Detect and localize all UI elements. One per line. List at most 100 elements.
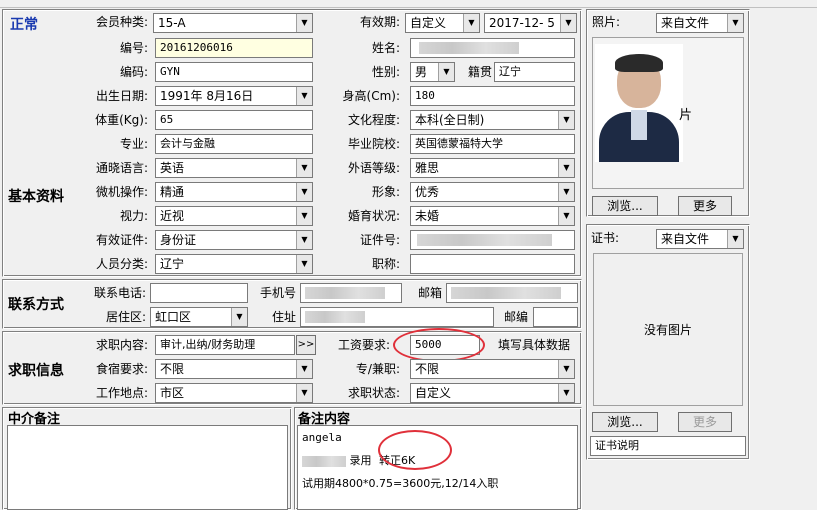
photo-side-char: 片 (679, 108, 693, 123)
redacted-name (419, 42, 519, 54)
chevron-down-icon[interactable]: ▼ (558, 111, 574, 129)
id-type-select[interactable]: 身份证 ▼ (155, 230, 313, 250)
content-field[interactable]: 审计,出纳/财务助理 (155, 335, 295, 355)
id-type-label: 有效证件: (95, 233, 148, 247)
weight-field[interactable]: 65 (155, 110, 313, 130)
redacted-id (417, 234, 552, 246)
lang-label: 通晓语言: (95, 161, 148, 175)
marital-label: 婚育状况: (347, 209, 400, 223)
vision-select[interactable]: 近视 ▼ (155, 206, 313, 226)
image-select[interactable]: 优秀 ▼ (410, 182, 575, 202)
chevron-down-icon[interactable]: ▼ (296, 183, 312, 201)
place-select[interactable]: 市区 ▼ (155, 383, 313, 403)
photo-more-button[interactable]: 更多 (678, 196, 732, 216)
validity-label: 有效期: (359, 15, 400, 29)
native-field[interactable]: 辽宁 (494, 62, 575, 82)
chevron-down-icon[interactable]: ▼ (296, 207, 312, 225)
photo-label: 照片: (592, 15, 621, 29)
parttime-select[interactable]: 不限 ▼ (410, 359, 575, 379)
vision-label: 视力: (119, 209, 148, 223)
salary-highlight-circle (393, 328, 485, 362)
code-label: 编码: (119, 65, 148, 79)
chevron-down-icon[interactable]: ▼ (296, 159, 312, 177)
cert-more-button[interactable]: 更多 (678, 412, 732, 432)
chevron-down-icon[interactable]: ▼ (727, 230, 743, 248)
pc-label: 微机操作: (95, 185, 148, 199)
chevron-down-icon[interactable]: ▼ (558, 384, 574, 402)
chevron-down-icon[interactable]: ▼ (296, 14, 312, 32)
school-field[interactable]: 英国德蒙福特大学 (410, 134, 575, 154)
major-field[interactable]: 会计与金融 (155, 134, 313, 154)
title-field[interactable] (410, 254, 575, 274)
chevron-down-icon[interactable]: ▼ (231, 308, 247, 326)
chevron-down-icon[interactable]: ▼ (560, 14, 576, 32)
foreign-select[interactable]: 雅思 ▼ (410, 158, 575, 178)
birth-label: 出生日期: (95, 89, 148, 103)
cert-source-select[interactable]: 来自文件 ▼ (656, 229, 744, 249)
number-field[interactable]: 20161206016 (155, 38, 313, 58)
height-label: 身高(Cm): (342, 89, 400, 103)
edu-select[interactable]: 本科(全日制) ▼ (410, 110, 575, 130)
photo-frame: 片 (592, 37, 744, 189)
lodging-select[interactable]: 不限 ▼ (155, 359, 313, 379)
district-label: 居住区: (105, 310, 146, 324)
lodging-label: 食宿要求: (95, 362, 148, 376)
chevron-down-icon[interactable]: ▼ (296, 255, 312, 273)
height-field[interactable]: 180 (410, 86, 575, 106)
zip-label: 邮编 (503, 310, 528, 324)
status-select[interactable]: 自定义 ▼ (410, 383, 575, 403)
address-label: 住址 (271, 310, 296, 324)
member-type-select[interactable]: 15-A ▼ (153, 13, 313, 33)
status-label: 求职状态: (347, 386, 400, 400)
cert-image-frame: 没有图片 (593, 253, 743, 406)
image-label: 形象: (371, 185, 400, 199)
photo-source-select[interactable]: 来自文件 ▼ (656, 13, 744, 33)
id-no-field[interactable] (410, 230, 575, 250)
chevron-down-icon[interactable]: ▼ (558, 159, 574, 177)
email-field[interactable] (446, 283, 578, 303)
chevron-down-icon[interactable]: ▼ (296, 384, 312, 402)
foreign-label: 外语等级: (347, 161, 400, 175)
code-field[interactable]: GYN (155, 62, 313, 82)
validity-mode-select[interactable]: 自定义 ▼ (405, 13, 480, 33)
agent-notes-textarea[interactable] (7, 425, 288, 510)
cert-desc-field[interactable]: 证书说明 (590, 436, 746, 456)
gender-label: 性别: (371, 65, 400, 79)
redacted-remark (302, 455, 346, 467)
chevron-down-icon[interactable]: ▼ (558, 183, 574, 201)
validity-date-picker[interactable]: 2017-12- 5 ▼ (484, 13, 577, 33)
content-more-button[interactable]: >> (296, 335, 316, 355)
district-select[interactable]: 虹口区 ▼ (150, 307, 248, 327)
gender-select[interactable]: 男 ▼ (410, 62, 455, 82)
chevron-down-icon[interactable]: ▼ (296, 87, 312, 105)
phone-field[interactable] (150, 283, 248, 303)
lang-select[interactable]: 英语 ▼ (155, 158, 313, 178)
contact-section-label: 联系方式 (8, 297, 64, 313)
portrait-image (595, 44, 683, 162)
category-select[interactable]: 辽宁 ▼ (155, 254, 313, 274)
chevron-down-icon[interactable]: ▼ (558, 360, 574, 378)
chevron-down-icon[interactable]: ▼ (296, 360, 312, 378)
chevron-down-icon[interactable]: ▼ (727, 14, 743, 32)
content-label: 求职内容: (95, 338, 148, 352)
category-label: 人员分类: (95, 257, 148, 271)
chevron-down-icon[interactable]: ▼ (558, 207, 574, 225)
chevron-down-icon[interactable]: ▼ (463, 14, 479, 32)
email-label: 邮箱 (417, 286, 442, 300)
chevron-down-icon[interactable]: ▼ (438, 63, 454, 81)
zip-field[interactable] (533, 307, 578, 327)
name-field[interactable] (410, 38, 575, 58)
mobile-field[interactable] (300, 283, 402, 303)
remark-highlight-circle (378, 430, 452, 470)
redacted-address (305, 311, 365, 323)
marital-select[interactable]: 未婚 ▼ (410, 206, 575, 226)
pc-select[interactable]: 精通 ▼ (155, 182, 313, 202)
birth-date-picker[interactable]: 1991年 8月16日 ▼ (155, 86, 313, 106)
photo-browse-button[interactable]: 浏览... (592, 196, 658, 216)
parttime-label: 专/兼职: (355, 362, 400, 376)
chevron-down-icon[interactable]: ▼ (296, 231, 312, 249)
cert-browse-button[interactable]: 浏览... (592, 412, 658, 432)
salary-hint: 填写具体数据 (498, 338, 571, 352)
status-badge: 正常 (10, 17, 38, 33)
address-field[interactable] (300, 307, 494, 327)
